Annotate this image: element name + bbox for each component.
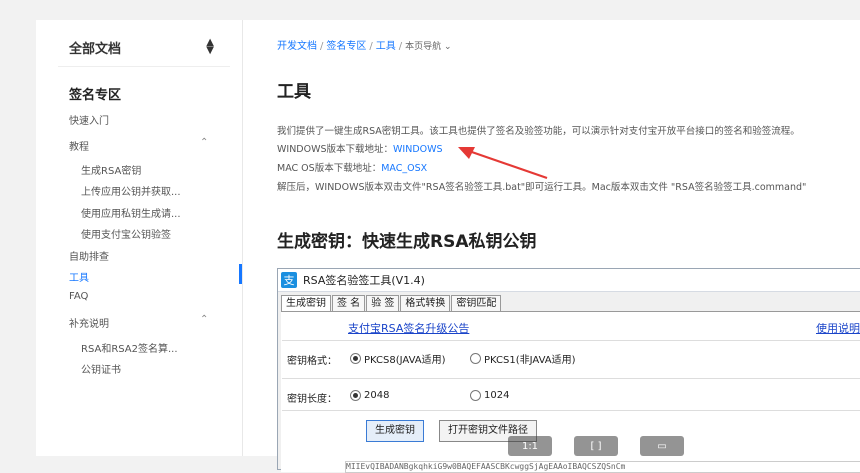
sidebar-item-tutorial[interactable]: 教程 [69,138,89,153]
radio-selected-icon [350,353,361,364]
radio-pkcs8-label: PKCS8(JAVA适用) [364,355,446,366]
windows-download-link[interactable]: WINDOWS [393,144,443,155]
fit-screen-button[interactable]: [ ] [574,436,618,456]
doc-select[interactable]: 全部文档 ▲ ▼ [69,37,214,57]
radio-1024-label: 1024 [484,390,510,401]
sidebar-item-verify-sign[interactable]: 使用支付宝公钥验签 [81,226,171,241]
alipay-icon: 支 [281,272,297,288]
sidebar-item-rsa-rsa2[interactable]: RSA和RSA2签名算... [81,340,178,355]
format-label: 密钥格式： [287,356,337,367]
radio-pkcs1-label: PKCS1(非JAVA适用) [484,355,576,366]
windows-download-row: WINDOWS版本下载地址：WINDOWS [277,141,443,155]
sidebar-item-self-check[interactable]: 自助排查 [69,248,109,263]
sidebar-item-tools[interactable]: 工具 [69,269,89,284]
tab-key-match[interactable]: 密钥匹配 [451,295,502,311]
doc-page: 全部文档 ▲ ▼ 签名专区 快速入门 教程 ⌃ 生成RSA密钥 上传应用公钥并获取… [36,20,860,473]
radio-selected-icon [350,390,361,401]
sidebar-divider [58,66,230,67]
sidebar: 全部文档 ▲ ▼ 签名专区 快速入门 教程 ⌃ 生成RSA密钥 上传应用公钥并获取… [36,20,243,456]
section-title: 生成密钥：快速生成RSA私钥公钥 [277,232,537,252]
doc-select-label: 全部文档 [69,41,122,57]
radio-unselected-icon [470,390,481,401]
sidebar-item-supplement[interactable]: 补充说明 [69,315,109,330]
tab-generate-key[interactable]: 生成密钥 [281,295,331,311]
announcement-link[interactable]: 支付宝RSA签名升级公告 [348,320,469,336]
key-output-field[interactable]: MIIEvQIBADANBgkqhkiG9w0BAQEFAASCBKcwggSj… [345,461,860,473]
mac-download-link[interactable]: MAC_OSX [381,163,427,174]
actual-size-button[interactable]: 1:1 [508,436,552,456]
main-content: 开发文档 / 签名专区 / 工具 / 本页导航 ⌄ 工具 我们提供了一键生成RSA密钥工具。… [242,20,860,473]
radio-pkcs8[interactable]: PKCS8(JAVA适用) [350,351,446,366]
sidebar-item-quickstart[interactable]: 快速入门 [69,112,109,127]
chevron-down-icon[interactable]: ⌄ [441,42,452,52]
tool-titlebar: 支 RSA签名验签工具(V1.4) [278,269,860,292]
sidebar-item-upload-key[interactable]: 上传应用公钥并获取... [81,183,181,198]
sidebar-section-title: 签名专区 [69,88,122,103]
sidebar-item-faq[interactable]: FAQ [69,291,88,302]
radio-2048-label: 2048 [364,390,390,401]
viewer-toolbar: 1:1 [ ] ▭ [508,436,684,456]
radio-pkcs1[interactable]: PKCS1(非JAVA适用) [470,351,576,366]
breadcrumb-item[interactable]: 开发文档 [277,41,317,52]
tab-verify[interactable]: 验 签 [366,295,400,311]
sidebar-item-public-cert[interactable]: 公钥证书 [81,361,121,376]
windows-label: WINDOWS版本下载地址： [277,144,394,155]
unzip-note: 解压后，WINDOWS版本双击文件"RSA签名验签工具.bat"即可运行工具。M… [277,182,807,193]
radio-1024[interactable]: 1024 [470,390,509,401]
tool-tabs: 生成密钥 签 名 验 签 格式转换 密钥匹配 [281,295,502,311]
breadcrumb-item[interactable]: 工具 [376,41,396,52]
sort-updown-icon: ▲ ▼ [206,37,214,56]
fullscreen-button[interactable]: ▭ [640,436,684,456]
generate-key-button[interactable]: 生成密钥 [366,420,424,442]
tool-title: RSA签名验签工具(V1.4) [303,274,425,287]
page-nav-dropdown[interactable]: 本页导航 [405,42,441,52]
radio-2048[interactable]: 2048 [350,390,389,401]
chevron-up-icon[interactable]: ⌃ [200,314,208,325]
format-divider [282,340,860,341]
intro-text: 我们提供了一键生成RSA密钥工具。该工具也提供了签名及验签功能，可以演示针对支付… [277,126,800,137]
length-divider [282,378,860,379]
tab-format-convert[interactable]: 格式转换 [400,295,451,311]
length-label: 密钥长度： [287,394,337,405]
sidebar-item-generate-rsa[interactable]: 生成RSA密钥 [81,162,141,177]
radio-unselected-icon [470,353,481,364]
page-title: 工具 [277,82,311,102]
sidebar-item-sign-request[interactable]: 使用应用私钥生成请... [81,205,181,220]
mac-download-row: MAC OS版本下载地址：MAC_OSX [277,160,427,174]
breadcrumb-item[interactable]: 签名专区 [326,41,366,52]
help-link[interactable]: 使用说明 [816,320,860,336]
action-divider [282,410,860,411]
mac-label: MAC OS版本下载地址： [277,163,382,174]
breadcrumb: 开发文档 / 签名专区 / 工具 / 本页导航 ⌄ [277,41,452,52]
tab-sign[interactable]: 签 名 [332,295,366,311]
chevron-up-icon[interactable]: ⌃ [200,137,208,148]
